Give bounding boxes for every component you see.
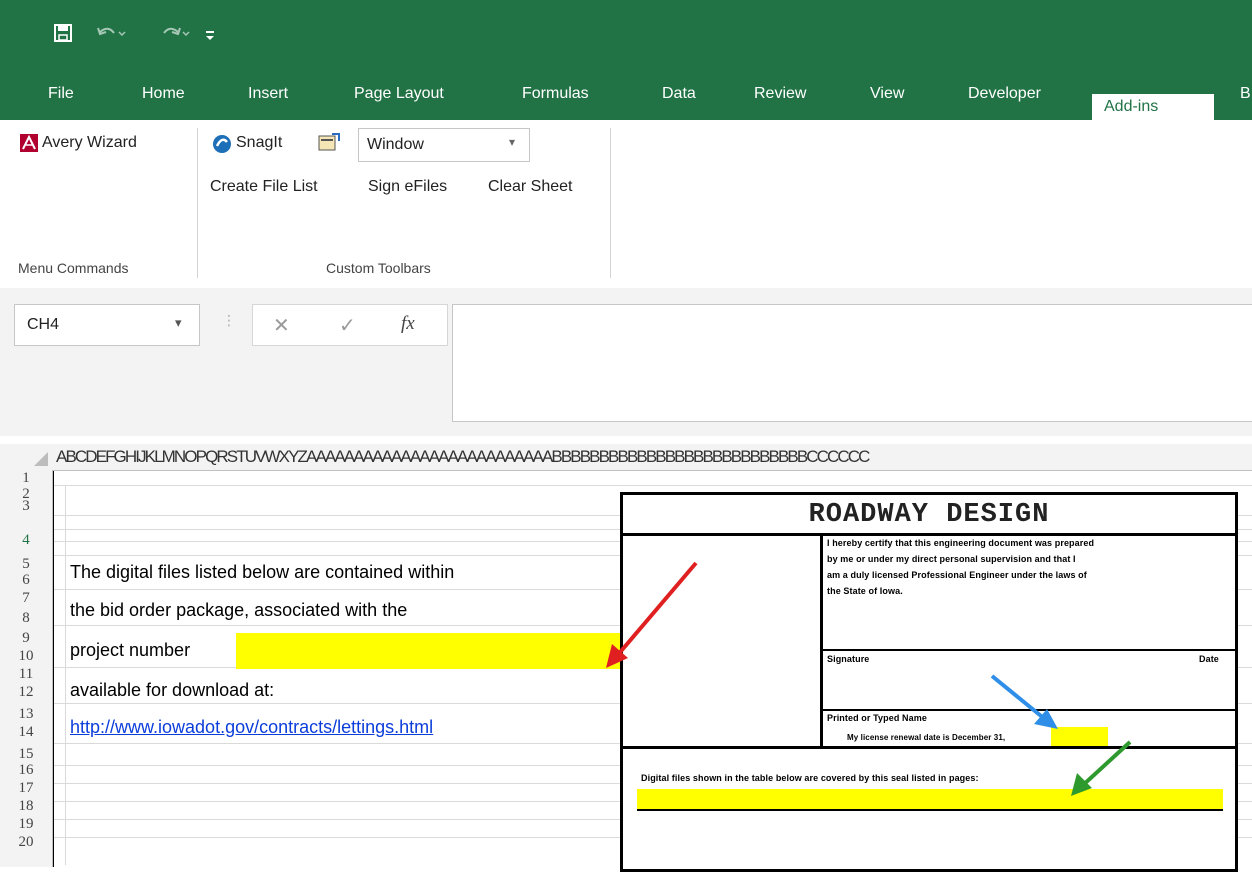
project-number-cell[interactable] bbox=[236, 633, 620, 669]
select-all-corner[interactable] bbox=[0, 444, 57, 471]
sheet-text-line4: available for download at: bbox=[70, 680, 275, 700]
cancel-icon[interactable]: ✕ bbox=[273, 313, 290, 338]
redo-icon[interactable] bbox=[160, 24, 190, 47]
cert-title-row: ROADWAY DESIGN bbox=[623, 495, 1235, 536]
lettings-link[interactable]: http://www.iowadot.gov/contracts/letting… bbox=[70, 717, 433, 738]
column-headers[interactable]: ABCDEFGHIJKLMNOPQRSTUVWXYZAAAAAAAAAAAAAA… bbox=[56, 444, 1252, 471]
tab-view[interactable]: View bbox=[858, 82, 916, 120]
row-header[interactable]: 14 bbox=[0, 724, 52, 741]
row-header[interactable]: 5 bbox=[0, 556, 52, 573]
row-header[interactable]: 3 bbox=[0, 498, 52, 515]
chevron-down-icon: ▾ bbox=[175, 315, 182, 330]
seal-box[interactable] bbox=[623, 533, 823, 749]
snagit-button[interactable]: SnagIt bbox=[236, 134, 282, 152]
sheet-text-line1: The digital files listed below are conta… bbox=[70, 562, 455, 582]
row-header[interactable]: 18 bbox=[0, 798, 52, 815]
license-year-cell[interactable] bbox=[1051, 727, 1108, 747]
row-header[interactable]: 7 bbox=[0, 590, 52, 607]
tab-formulas[interactable]: Formulas bbox=[510, 82, 601, 120]
row-header[interactable]: 13 bbox=[0, 706, 52, 723]
printed-name-label: Printed or Typed Name bbox=[827, 713, 927, 723]
ribbon: Avery Wizard Menu Commands SnagIt Window… bbox=[0, 120, 1252, 289]
row-header[interactable]: 8 bbox=[0, 610, 52, 627]
row-header[interactable]: 17 bbox=[0, 780, 52, 797]
row-header[interactable]: 9 bbox=[0, 630, 52, 647]
name-box-value: CH4 bbox=[27, 316, 60, 333]
avery-wizard-button[interactable]: Avery Wizard bbox=[42, 134, 137, 152]
sheet-text-line2: the bid order package, associated with t… bbox=[70, 600, 408, 620]
create-file-list-button[interactable]: Create File List bbox=[210, 178, 318, 196]
name-box[interactable]: CH4 ▾ bbox=[14, 304, 200, 346]
capture-icon[interactable] bbox=[318, 132, 340, 157]
digital-files-label: Digital files shown in the table below a… bbox=[641, 773, 979, 783]
cert-text: the State of Iowa. bbox=[827, 586, 903, 596]
row-header[interactable]: 20 bbox=[0, 834, 52, 851]
formula-bar-area: CH4 ▾ ⋮ ✕ ✓ fx bbox=[0, 288, 1252, 436]
enter-icon[interactable]: ✓ bbox=[339, 313, 356, 338]
signature-label: Signature bbox=[827, 654, 870, 664]
undo-icon[interactable] bbox=[96, 24, 126, 47]
avery-icon bbox=[20, 134, 38, 157]
tab-data[interactable]: Data bbox=[650, 82, 708, 120]
title-bar: File Home Insert Page Layout Formulas Da… bbox=[0, 0, 1252, 120]
date-label: Date bbox=[1199, 654, 1219, 664]
insert-function-button[interactable]: fx bbox=[401, 313, 415, 335]
tab-b[interactable]: B bbox=[1228, 82, 1252, 120]
pages-list-cell[interactable] bbox=[637, 789, 1223, 811]
capture-mode-value: Window bbox=[367, 136, 424, 153]
tab-insert[interactable]: Insert bbox=[236, 82, 300, 120]
menu-commands-group-label: Menu Commands bbox=[18, 260, 129, 276]
row-header[interactable]: 10 bbox=[0, 648, 52, 665]
formula-buttons: ✕ ✓ fx bbox=[252, 304, 448, 346]
tab-home[interactable]: Home bbox=[130, 82, 197, 120]
cert-text: by me or under my direct personal superv… bbox=[827, 554, 1076, 564]
row-header[interactable]: 11 bbox=[0, 666, 52, 683]
license-renewal-label: My license renewal date is December 31, bbox=[847, 733, 1006, 742]
row-header[interactable]: 6 bbox=[0, 572, 52, 589]
group-divider bbox=[610, 128, 611, 278]
save-icon[interactable] bbox=[54, 24, 72, 47]
row-header[interactable]: 19 bbox=[0, 816, 52, 833]
sign-efiles-button[interactable]: Sign eFiles bbox=[368, 178, 447, 196]
row-header[interactable]: 4 bbox=[0, 532, 52, 549]
certification-block: ROADWAY DESIGN I hereby certify that thi… bbox=[620, 492, 1238, 872]
tab-add-ins[interactable]: Add-ins bbox=[1092, 94, 1214, 120]
chevron-down-icon: ▾ bbox=[509, 135, 516, 149]
tab-review[interactable]: Review bbox=[742, 82, 818, 120]
cert-text: I hereby certify that this engineering d… bbox=[827, 538, 1095, 548]
row-header[interactable]: 12 bbox=[0, 684, 52, 701]
row-headers[interactable]: 1 2 3 4 5 6 7 8 9 10 11 12 13 14 15 16 1… bbox=[0, 470, 53, 867]
tab-file[interactable]: File bbox=[36, 82, 86, 120]
tab-developer[interactable]: Developer bbox=[956, 82, 1053, 120]
custom-toolbars-group-label: Custom Toolbars bbox=[326, 260, 431, 276]
group-divider bbox=[197, 128, 198, 278]
customize-icon[interactable] bbox=[204, 26, 216, 47]
row-header[interactable]: 1 bbox=[0, 470, 52, 487]
cert-text: am a duly licensed Professional Engineer… bbox=[827, 570, 1087, 580]
formula-input[interactable] bbox=[452, 304, 1252, 422]
capture-mode-select[interactable]: Window ▾ bbox=[358, 128, 530, 162]
cert-title: ROADWAY DESIGN bbox=[808, 500, 1050, 530]
row-header[interactable]: 15 bbox=[0, 746, 52, 763]
clear-sheet-button[interactable]: Clear Sheet bbox=[488, 178, 573, 196]
sheet-text-line3: project number bbox=[70, 640, 191, 660]
snagit-icon bbox=[212, 134, 232, 159]
grip-icon: ⋮ bbox=[222, 312, 236, 328]
tab-page-layout[interactable]: Page Layout bbox=[342, 82, 456, 120]
row-header[interactable]: 16 bbox=[0, 762, 52, 779]
